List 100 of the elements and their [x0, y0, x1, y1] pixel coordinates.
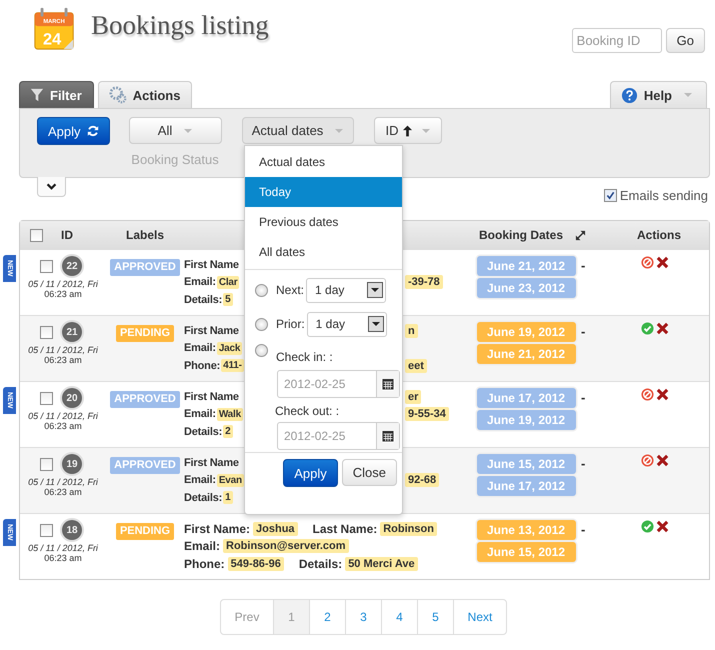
- go-button[interactable]: Go: [666, 28, 705, 53]
- page-button[interactable]: 4: [381, 600, 417, 634]
- field-value: 549-86-96: [228, 556, 284, 570]
- booking-date: June 21, 2012: [476, 344, 576, 364]
- chevron-down-icon: [46, 183, 57, 190]
- booking-date: June 19, 2012: [476, 410, 576, 430]
- menu-item[interactable]: Previous dates: [245, 207, 402, 237]
- created-time: 06:23 am: [44, 553, 82, 563]
- field-label: First Name: [184, 456, 239, 468]
- delete-icon[interactable]: [656, 256, 669, 269]
- days-select[interactable]: 1 day: [306, 278, 386, 302]
- column-header: Labels: [126, 228, 164, 242]
- delete-icon[interactable]: [656, 322, 669, 335]
- status-label: PENDING: [116, 325, 174, 342]
- date-separator: -: [581, 390, 586, 405]
- check-icon[interactable]: [641, 322, 654, 335]
- id-badge: 22: [62, 256, 82, 276]
- apply-button[interactable]: Apply: [283, 459, 338, 487]
- gears-icon: [108, 86, 127, 104]
- caret-icon: [684, 93, 692, 97]
- row-checkbox[interactable]: [40, 260, 53, 272]
- arrow-up-icon: [402, 124, 412, 136]
- field-value: eet: [405, 358, 427, 372]
- status-dropdown[interactable]: All: [128, 117, 222, 144]
- status-label: APPROVED: [110, 457, 180, 474]
- close-button[interactable]: Close: [342, 459, 397, 486]
- tab[interactable]: Actions: [98, 81, 192, 108]
- id-badge: 19: [62, 454, 82, 474]
- created-time: 06:23 am: [44, 421, 82, 431]
- select-all-checkbox[interactable]: [30, 228, 43, 242]
- field-label: Details:: [184, 426, 222, 438]
- check-out-date-field[interactable]: 2012-02-25: [278, 423, 376, 449]
- field-label: First Name: [184, 390, 239, 402]
- field-value: Robinson@server.com: [223, 539, 349, 553]
- apply-button[interactable]: Apply: [37, 117, 110, 145]
- ban-icon[interactable]: [641, 388, 654, 401]
- sort-dropdown[interactable]: ID: [374, 117, 442, 144]
- status-label: PENDING: [116, 523, 174, 540]
- row-checkbox[interactable]: [40, 326, 53, 338]
- help-tab[interactable]: Help: [610, 81, 707, 108]
- date-picker[interactable]: 2012-02-25: [277, 370, 400, 398]
- tab[interactable]: Filter: [19, 81, 94, 108]
- booking-date: June 15, 2012: [476, 542, 576, 562]
- date-separator: -: [581, 324, 586, 339]
- collapse-button[interactable]: [37, 177, 66, 197]
- radio-button[interactable]: [255, 284, 268, 296]
- next-page-button[interactable]: Next: [453, 600, 506, 634]
- booking-date: June 21, 2012: [476, 256, 576, 276]
- emails-checkbox[interactable]: [604, 189, 617, 202]
- ban-icon[interactable]: [641, 256, 654, 269]
- menu-item[interactable]: Actual dates: [245, 147, 402, 177]
- date-picker[interactable]: 2012-02-25: [277, 422, 400, 450]
- page-button[interactable]: 3: [345, 600, 381, 634]
- row-checkbox[interactable]: [40, 392, 53, 404]
- dropdown-caption: Booking Status: [130, 152, 220, 167]
- check-in-date-field[interactable]: 2012-02-25: [278, 371, 376, 397]
- field-value: Evan: [216, 474, 244, 486]
- menu-item[interactable]: Today: [245, 177, 402, 207]
- delete-icon[interactable]: [656, 520, 669, 533]
- calendar-icon: [382, 378, 394, 390]
- option-label: Prior:: [276, 317, 305, 331]
- field-value: 9-55-34: [405, 407, 449, 421]
- field-value: Clar: [216, 276, 240, 288]
- date-separator: -: [581, 456, 586, 471]
- page-button[interactable]: 5: [417, 600, 453, 634]
- row-checkbox[interactable]: [40, 524, 53, 536]
- field-label: Details:: [298, 556, 342, 570]
- field-value: n: [405, 324, 418, 338]
- radio-button[interactable]: [255, 318, 268, 330]
- status-label: APPROVED: [110, 259, 180, 276]
- delete-icon[interactable]: [656, 388, 669, 401]
- menu-item[interactable]: All dates: [245, 237, 402, 267]
- booking-id-field[interactable]: Booking ID: [572, 28, 662, 53]
- created-date: 05 / 11 / 2012, Fri: [28, 345, 98, 355]
- radio-button[interactable]: [255, 344, 268, 357]
- calendar-button[interactable]: [376, 371, 399, 397]
- field-value: Jack: [216, 342, 242, 354]
- refresh-icon: [86, 125, 99, 137]
- field-label: Phone:: [184, 556, 225, 570]
- date-separator: -: [581, 522, 586, 537]
- page-button[interactable]: 2: [309, 600, 345, 634]
- caret-icon: [184, 128, 192, 132]
- option-label: Check in: :: [276, 350, 333, 364]
- calendar-button[interactable]: [376, 423, 399, 449]
- field-value: 2: [223, 425, 233, 438]
- created-time: 06:23 am: [44, 487, 82, 497]
- check-icon[interactable]: [641, 520, 654, 533]
- date-separator: -: [581, 258, 586, 273]
- row-checkbox[interactable]: [40, 458, 53, 470]
- booking-date: June 19, 2012: [476, 322, 576, 342]
- field-label: Last Name:: [312, 522, 378, 536]
- days-select[interactable]: 1 day: [306, 312, 387, 336]
- delete-icon[interactable]: [656, 454, 669, 467]
- dates-dropdown[interactable]: Actual dates: [242, 117, 354, 144]
- field-label: First Name:: [184, 522, 250, 536]
- status-label: APPROVED: [110, 391, 180, 408]
- booking-date: June 23, 2012: [476, 278, 576, 298]
- id-badge: 20: [62, 388, 82, 408]
- ban-icon[interactable]: [641, 454, 654, 467]
- expand-icon[interactable]: [575, 230, 586, 240]
